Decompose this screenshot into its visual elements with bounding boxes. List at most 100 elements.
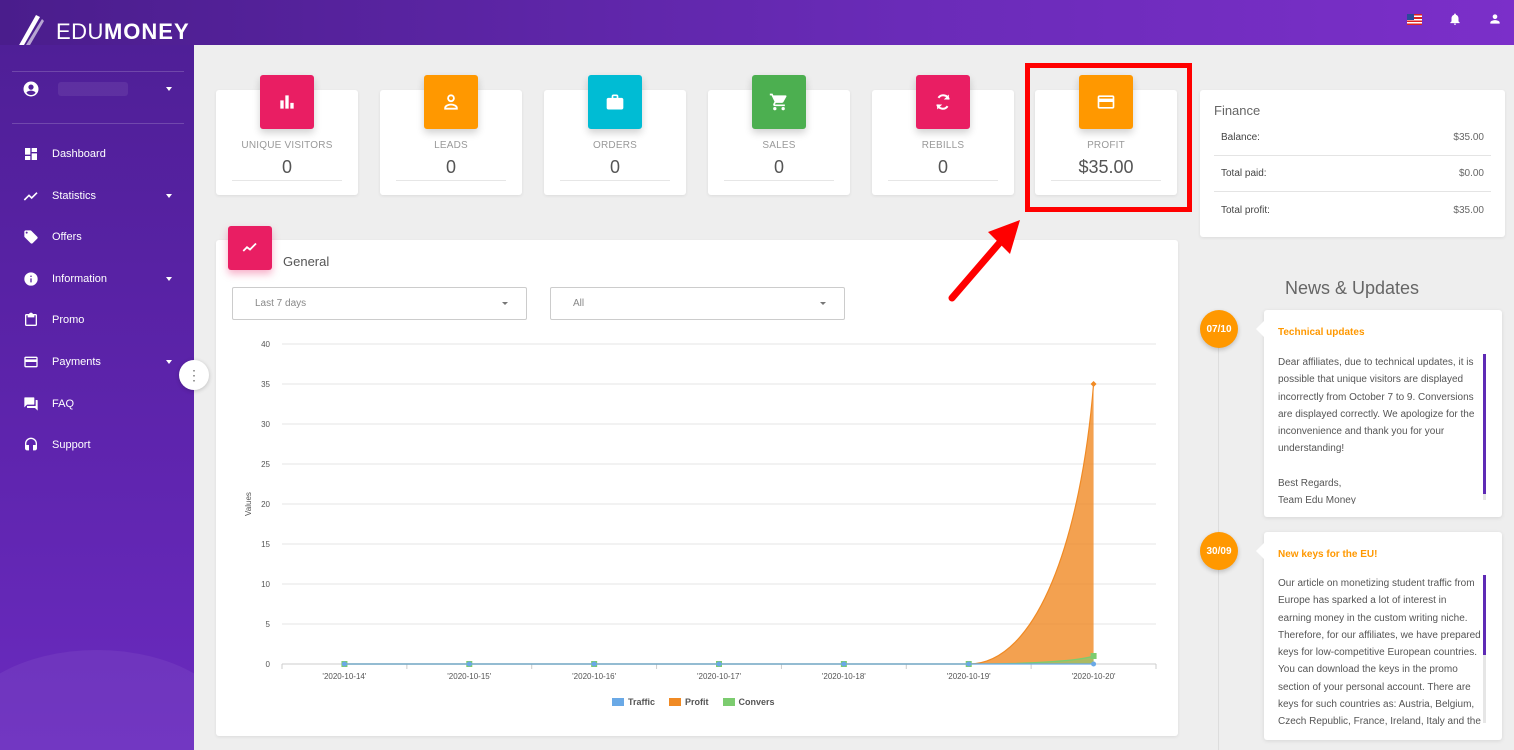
red-annotation-arrow-icon [948,220,1020,302]
finance-row-label: Total paid: [1221,168,1267,179]
general-area-chart: 0 5 10 15 20 25 30 35 40 '2020-10-14' '2020-10-15'… [244,340,1157,681]
legend-label: Convers [738,697,775,707]
sidebar-item-label: Information [52,272,108,285]
stat-divider [888,180,998,181]
forum-icon [24,396,38,411]
us-flag-icon[interactable] [1407,13,1422,25]
news-line: possible that unique visitors are displa… [1278,374,1464,386]
y-tick-label: 15 [261,540,270,549]
news-card-body: Dear affiliates, due to technical update… [1278,354,1486,504]
x-tick-label: '2020-10-19' [947,672,991,681]
stat-divider [232,180,342,181]
news-card-pointer [1256,321,1264,337]
news-card-new-keys-eu[interactable]: New keys for the EU! Our article on mone… [1264,532,1502,740]
news-card-pointer [1256,543,1264,559]
cart-icon [752,75,806,129]
news-line: Czech Republic, France, Ireland, Italy a… [1278,716,1481,727]
x-tick-label: '2020-10-17' [697,672,741,681]
sidebar-item-dashboard[interactable]: Dashboard [11,137,183,171]
sidebar-item-label: Support [52,439,91,452]
x-tick-label: '2020-10-14' [322,672,366,681]
logo-text-light: EDU [56,19,104,44]
stat-label: UNIQUE VISITORS [241,140,333,151]
logo-text-bold: MONEY [103,19,190,44]
sidebar-item-payments[interactable]: Payments [11,345,183,379]
tag-icon [24,230,38,244]
legend-item-profit[interactable]: Profit [669,697,709,707]
news-scrollbar[interactable] [1483,354,1486,500]
finance-row-total-paid: Total paid: $0.00 [1214,156,1491,192]
data-point-convers [1090,653,1097,659]
news-line: Dear affiliates, due to technical update… [1278,357,1474,368]
user-profile-row[interactable] [0,73,194,105]
user-menu-chevron-icon[interactable] [166,87,172,91]
more-vertical-icon: ⋮ [187,367,201,383]
news-date-badge: 07/10 [1200,310,1238,348]
bar-chart-icon [260,75,314,129]
finance-row-value: $35.00 [1453,204,1484,216]
news-card-title[interactable]: Technical updates [1278,327,1365,338]
x-tick-label: '2020-10-15' [447,672,491,681]
sidebar: Dashboard Statistics Offers Information … [0,45,194,750]
y-tick-label: 20 [261,500,270,509]
briefcase-icon [588,75,642,129]
y-tick-label: 25 [261,460,270,469]
sidebar-item-label: Statistics [52,189,97,202]
y-tick-label: 5 [266,620,271,629]
sidebar-item-support[interactable]: Support [11,428,183,462]
data-point-traffic [591,661,597,667]
finance-row-total-profit: Total profit: $35.00 [1214,192,1491,228]
sidebar-item-offers[interactable]: Offers [11,220,183,254]
stat-label: ORDERS [593,140,637,151]
data-point-profit [1090,381,1097,387]
stat-label: SALES [762,140,796,151]
stat-label: REBILLS [921,140,965,151]
sidebar-item-promo[interactable]: Promo [11,303,183,337]
user-account-icon[interactable] [1488,12,1502,26]
credit-card-icon [24,356,38,368]
stat-value: 0 [445,157,456,177]
news-line: Therefore, for our affiliates, we have p… [1278,629,1481,641]
legend-item-convers[interactable]: Convers [722,697,775,707]
news-card-body: Our article on monetizing student traffi… [1278,575,1486,727]
data-point-traffic [966,661,972,667]
y-tick-label: 40 [261,340,270,349]
legend-swatch [722,698,735,706]
news-title: News & Updates [1285,278,1420,298]
y-tick-label: 30 [261,420,270,429]
news-scrollbar[interactable] [1483,575,1486,723]
person-icon [424,75,478,129]
news-line: Team Edu Money [1278,495,1356,504]
finance-row-value: $35.00 [1453,132,1484,143]
news-card-title[interactable]: New keys for the EU! [1278,549,1377,560]
x-tick-label: '2020-10-16' [572,672,616,681]
sidebar-item-information[interactable]: Information [11,262,183,296]
legend-label: Traffic [628,697,656,707]
data-point-traffic [466,661,472,667]
series-area-profit [344,384,1094,664]
sidebar-divider-top [12,71,184,72]
stat-card-leads: LEADS 0 [380,75,522,195]
sidebar-collapse-toggle[interactable]: ⋮ [179,360,209,390]
legend-item-traffic[interactable]: Traffic [612,697,655,707]
stat-card-orders: ORDERS 0 [544,75,686,195]
stat-divider [560,180,670,181]
x-tick-label: '2020-10-20' [1072,672,1116,681]
top-bar: EDUMONEY [0,0,1514,49]
trending-up-icon [23,191,38,201]
legend-swatch [612,698,624,706]
y-tick-label: 35 [261,380,270,389]
y-axis-label: Values [244,492,253,516]
news-date-badge: 30/09 [1200,532,1238,570]
bell-icon[interactable] [1448,12,1462,26]
finance-row-label: Balance: [1221,132,1260,143]
news-line: understanding! [1278,443,1345,455]
news-card-technical-updates[interactable]: Technical updates Dear affiliates, due t… [1264,310,1502,517]
sidebar-item-faq[interactable]: FAQ [11,387,183,421]
sidebar-item-statistics[interactable]: Statistics [11,179,183,213]
news-line: keys for such countries as: Austria, Bel… [1278,699,1475,711]
news-line-blank [1278,458,1486,475]
account-circle-icon [23,81,39,97]
news-line: section of your personal account. There … [1278,681,1471,693]
sidebar-item-label: FAQ [52,397,75,410]
